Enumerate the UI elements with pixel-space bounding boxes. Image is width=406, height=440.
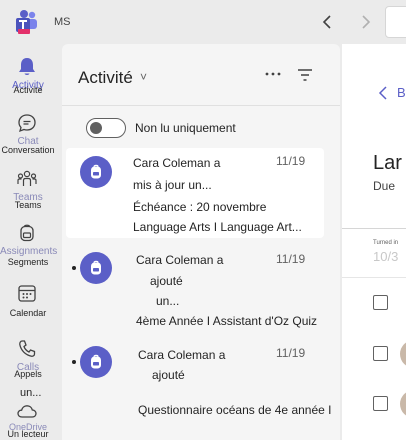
chevron-left-icon[interactable] <box>378 86 388 100</box>
backpack-icon <box>91 164 101 179</box>
backpack-icon <box>20 224 34 242</box>
row-checkbox[interactable] <box>373 396 388 411</box>
rail-label-onedrive: Un lecteur <box>7 429 49 439</box>
backpack-icon <box>91 260 101 275</box>
feed-actor: Cara Coleman a <box>133 156 221 170</box>
assignments-avatar <box>80 346 112 378</box>
feed-action: mis à jour un... <box>133 178 212 192</box>
panel-divider <box>62 105 340 106</box>
org-chip[interactable]: MS <box>50 13 75 31</box>
rail-item-assignments[interactable]: Assignments Segments <box>0 218 58 267</box>
feed-date: 11/19 <box>276 346 306 360</box>
rail-item-calendar[interactable]: Calendar <box>0 278 56 326</box>
assignment-title: Lar <box>373 152 402 174</box>
feed-action-more: un... <box>156 294 180 308</box>
rail-item-calls[interactable]: Calls Appels <box>0 334 56 382</box>
assignments-avatar <box>80 252 112 284</box>
rail-label-calendar: Calendar <box>9 308 47 318</box>
back-link[interactable]: B <box>397 85 406 100</box>
feed-context: Language Arts I Language Art... <box>133 220 302 234</box>
divider <box>342 277 406 278</box>
panel-title: Activité <box>78 68 133 87</box>
due-label: Due <box>373 179 396 193</box>
backpack-icon <box>91 354 101 369</box>
rail-label-calls: Appels <box>14 369 42 379</box>
rail-label-assignments: Segments <box>7 257 49 267</box>
activity-panel: Activité ˅ Non lu uniquement Cara Colema… <box>62 44 340 440</box>
more-horizontal-icon[interactable] <box>264 64 282 84</box>
activity-feed-item[interactable]: Cara Coleman a 11/19 mis à jour un... Éc… <box>66 148 324 238</box>
activity-feed-item[interactable]: Cara Coleman a 11/19 ajouté un... 4ème A… <box>66 244 324 334</box>
feed-action: ajouté <box>152 368 185 382</box>
activity-feed-item[interactable]: Cara Coleman a 11/19 ajouté Questionnair… <box>66 338 331 428</box>
rail-label-chat: Conversation <box>1 145 55 155</box>
rail-label-teams: Teams <box>14 200 42 210</box>
chevron-right-icon[interactable] <box>355 12 375 32</box>
cloud-icon <box>17 405 37 418</box>
feed-date: 11/19 <box>276 154 306 168</box>
rail-item-teams[interactable]: Teams Teams <box>0 164 56 212</box>
feed-action: ajouté <box>150 274 183 288</box>
assignments-avatar <box>80 156 112 188</box>
filter-icon[interactable] <box>296 66 314 84</box>
phone-icon <box>19 340 36 357</box>
unread-only-label: Non lu uniquement <box>135 121 236 135</box>
unread-only-toggle[interactable] <box>86 118 126 138</box>
assignment-detail-pane: B Lar Due Turned in 10/3 <box>342 44 406 440</box>
rail-label-activity: Activité <box>13 85 43 95</box>
feed-context: Questionnaire océans de 4e année I <box>138 403 332 417</box>
chevron-left-icon[interactable] <box>318 12 338 32</box>
bell-icon <box>19 58 35 75</box>
title-bar: MS <box>0 0 406 44</box>
app-rail: Activity Activité Chat Conversation Team… <box>0 44 58 440</box>
rail-item-activity[interactable]: Activity Activité <box>0 52 56 100</box>
search-box[interactable] <box>385 6 406 38</box>
avatar <box>400 390 406 418</box>
teams-icon <box>17 170 37 186</box>
column-header: Turned in <box>373 240 399 246</box>
unread-dot <box>72 266 76 270</box>
feed-context: 4ème Année I Assistant d'Oz Quiz <box>136 314 318 328</box>
row-checkbox[interactable] <box>373 346 388 361</box>
chevron-down-icon[interactable]: ˅ <box>140 70 147 84</box>
turned-in-count: 10/3 <box>373 249 399 264</box>
feed-actor: Cara Coleman a <box>138 348 226 362</box>
feed-date: 11/19 <box>276 252 306 266</box>
teams-new-icon[interactable] <box>12 8 40 36</box>
toggle-knob <box>90 122 102 134</box>
divider <box>342 228 406 229</box>
feed-actor: Cara Coleman a <box>136 253 224 267</box>
select-all-checkbox[interactable] <box>373 295 388 310</box>
unread-dot <box>72 360 76 364</box>
rail-ghost-label: Assignments <box>0 246 58 257</box>
avatar <box>400 340 406 368</box>
rail-item-onedrive[interactable]: OneDrive Un lecteur <box>0 396 56 440</box>
rail-item-chat[interactable]: Chat Conversation <box>0 108 56 156</box>
feed-due: Échéance : 20 novembre <box>133 200 267 214</box>
chat-icon <box>18 114 36 133</box>
calendar-icon <box>18 285 36 302</box>
